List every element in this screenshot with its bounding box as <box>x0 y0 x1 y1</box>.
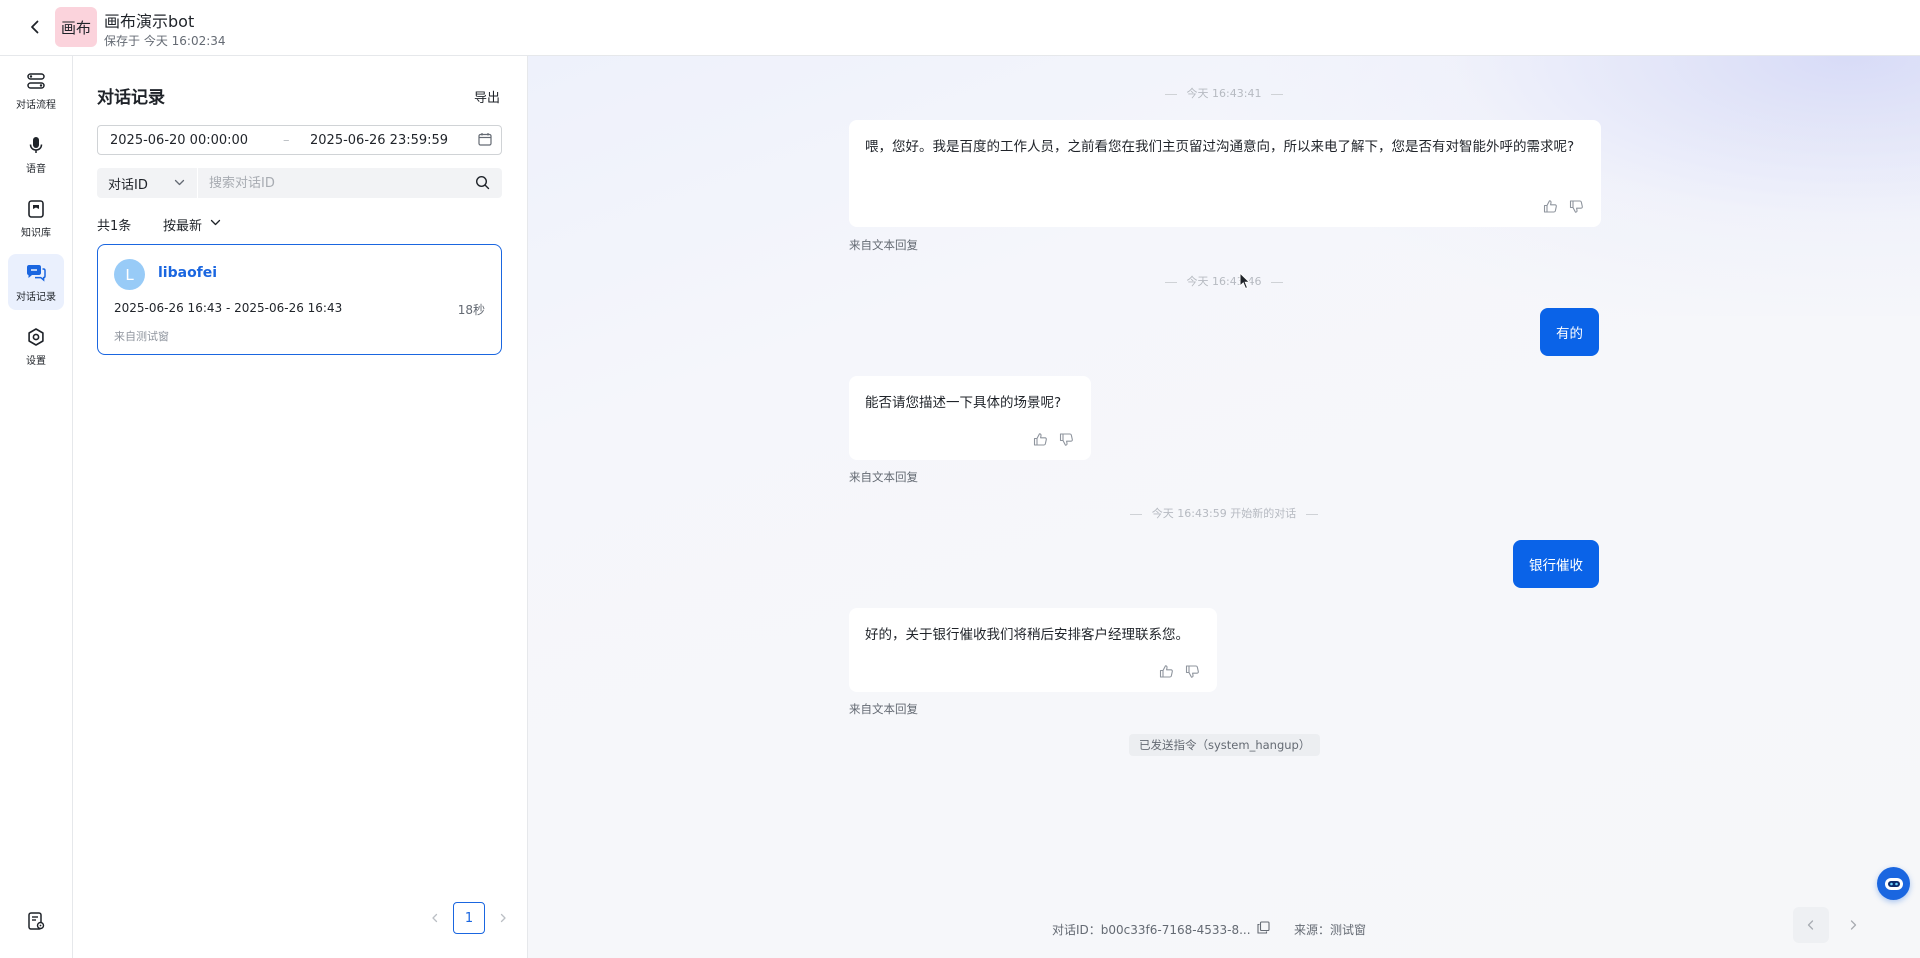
nav-item-chat-history[interactable]: 对话记录 <box>8 254 64 310</box>
app-logo: 画布 <box>55 7 97 47</box>
bot-message-text: 好的，关于银行催收我们将稍后安排客户经理联系您。 <box>865 627 1189 643</box>
robot-icon <box>1884 877 1903 890</box>
thumbs-up-icon[interactable] <box>1541 197 1559 215</box>
timestamp-divider: 今天 16:43:46 <box>528 273 1920 289</box>
conversation-card[interactable]: L libaofei 2025-06-26 16:43 - 2025-06-26… <box>97 244 502 355</box>
user-message: 有的 <box>1540 308 1599 356</box>
next-conversation-button[interactable] <box>1835 907 1871 943</box>
result-count: 共1条 <box>97 219 132 234</box>
microphone-icon <box>25 134 47 156</box>
system-command-note: 已发送指令（system_hangup） <box>1129 734 1321 756</box>
feedback-actions <box>1149 662 1201 680</box>
assistant-button[interactable] <box>1877 867 1910 900</box>
nav-label: 语音 <box>26 163 46 175</box>
chevron-down-icon <box>174 177 185 192</box>
save-status: 保存于 今天 16:02:34 <box>104 34 226 48</box>
reply-source-note: 来自文本回复 <box>849 702 918 716</box>
nav-item-voice[interactable]: 语音 <box>8 126 64 182</box>
bot-message-text: 喂，您好。我是百度的工作人员，之前看您在我们主页留过沟通意向，所以来电了解下，您… <box>865 139 1575 155</box>
mouse-cursor-icon <box>1239 271 1251 294</box>
conversation-time-range: 2025-06-26 16:43 - 2025-06-26 16:43 <box>114 301 343 315</box>
conversation-source-footer: 来源：测试窗 <box>1294 923 1367 937</box>
nav-label: 知识库 <box>21 227 51 239</box>
knowledge-icon <box>25 198 47 220</box>
search-row: 对话ID <box>97 168 502 198</box>
bot-message: 能否请您描述一下具体的场景呢? <box>849 376 1091 460</box>
search-field-select[interactable]: 对话ID <box>97 168 197 198</box>
chevron-right-icon <box>1850 920 1857 930</box>
nav-label: 设置 <box>26 355 46 367</box>
panel-title: 对话记录 <box>97 88 165 108</box>
nav-label: 对话记录 <box>16 291 56 303</box>
user-message: 银行催收 <box>1513 540 1599 588</box>
timestamp-text: 今天 16:43:41 <box>1186 87 1262 100</box>
search-field-select-value: 对话ID <box>108 177 148 193</box>
left-nav: 对话流程 语音 知识库 对话记录 设置 <box>0 56 73 958</box>
sort-label: 按最新 <box>163 219 203 234</box>
pagination: 1 <box>423 902 515 934</box>
search-input[interactable] <box>197 168 502 198</box>
chevron-left-icon <box>31 20 39 34</box>
nav-item-knowledge[interactable]: 知识库 <box>8 190 64 246</box>
copy-icon[interactable] <box>1257 921 1270 938</box>
conversation-list-panel: 对话记录 导出 2025-06-20 00:00:00 – 2025-06-26… <box>73 56 528 958</box>
gear-icon <box>25 326 47 348</box>
feedback-actions <box>1533 197 1585 215</box>
avatar: L <box>114 259 145 290</box>
date-start[interactable]: 2025-06-20 00:00:00 <box>110 133 248 148</box>
previous-conversation-button[interactable] <box>1793 907 1829 943</box>
bot-message-text: 能否请您描述一下具体的场景呢? <box>865 395 1062 411</box>
chevron-left-icon <box>432 913 438 923</box>
search-icon[interactable] <box>475 175 490 194</box>
flow-icon <box>25 70 47 92</box>
thumbs-up-icon[interactable] <box>1031 430 1049 448</box>
chevron-left-icon <box>1807 920 1814 930</box>
reply-source-note: 来自文本回复 <box>849 470 918 484</box>
date-end[interactable]: 2025-06-26 23:59:59 <box>310 133 448 148</box>
thumbs-up-icon[interactable] <box>1157 662 1175 680</box>
nav-label: 对话流程 <box>16 99 56 111</box>
document-settings-icon <box>28 912 45 930</box>
bot-message: 好的，关于银行催收我们将稍后安排客户经理联系您。 <box>849 608 1217 692</box>
app-title: 画布演示bot <box>104 12 195 31</box>
calendar-icon[interactable] <box>478 132 492 150</box>
nav-bottom-button[interactable] <box>24 909 48 933</box>
chat-footer: 对话ID：b00c33f6-7168-4533-8... 来源：测试窗 <box>528 918 1920 940</box>
export-button[interactable]: 导出 <box>474 87 500 106</box>
chevron-down-icon <box>210 217 221 232</box>
top-bar: 画布 画布演示bot 保存于 今天 16:02:34 <box>0 0 1920 56</box>
thumbs-down-icon[interactable] <box>1057 430 1075 448</box>
feedback-actions <box>1023 430 1075 448</box>
date-range-picker[interactable]: 2025-06-20 00:00:00 – 2025-06-26 23:59:5… <box>97 125 502 155</box>
thumbs-down-icon[interactable] <box>1567 197 1585 215</box>
timestamp-divider: 今天 16:43:41 <box>528 85 1920 101</box>
conversation-user-name: libaofei <box>158 265 218 281</box>
thumbs-down-icon[interactable] <box>1183 662 1201 680</box>
chat-area: 今天 16:43:41 喂，您好。我是百度的工作人员，之前看您在我们主页留过沟通… <box>528 56 1920 958</box>
bot-message: 喂，您好。我是百度的工作人员，之前看您在我们主页留过沟通意向，所以来电了解下，您… <box>849 120 1601 227</box>
timestamp-divider: 今天 16:43:59 开始新的对话 <box>528 505 1920 521</box>
next-page-button[interactable] <box>491 903 515 933</box>
conversation-duration: 18秒 <box>457 303 485 317</box>
timestamp-text: 今天 16:43:59 开始新的对话 <box>1151 507 1297 520</box>
reply-source-note: 来自文本回复 <box>849 238 918 252</box>
nav-item-flow[interactable]: 对话流程 <box>8 62 64 118</box>
back-button[interactable] <box>24 16 46 38</box>
page-number[interactable]: 1 <box>453 902 485 934</box>
date-separator: – <box>283 132 290 148</box>
prev-page-button[interactable] <box>423 903 447 933</box>
conversation-source: 来自测试窗 <box>114 330 169 343</box>
conversation-id: 对话ID：b00c33f6-7168-4533-8... <box>1052 923 1251 937</box>
chevron-right-icon <box>500 913 506 923</box>
nav-item-settings[interactable]: 设置 <box>8 318 64 374</box>
sort-dropdown[interactable]: 按最新 <box>163 215 221 234</box>
chat-history-icon <box>25 262 47 284</box>
